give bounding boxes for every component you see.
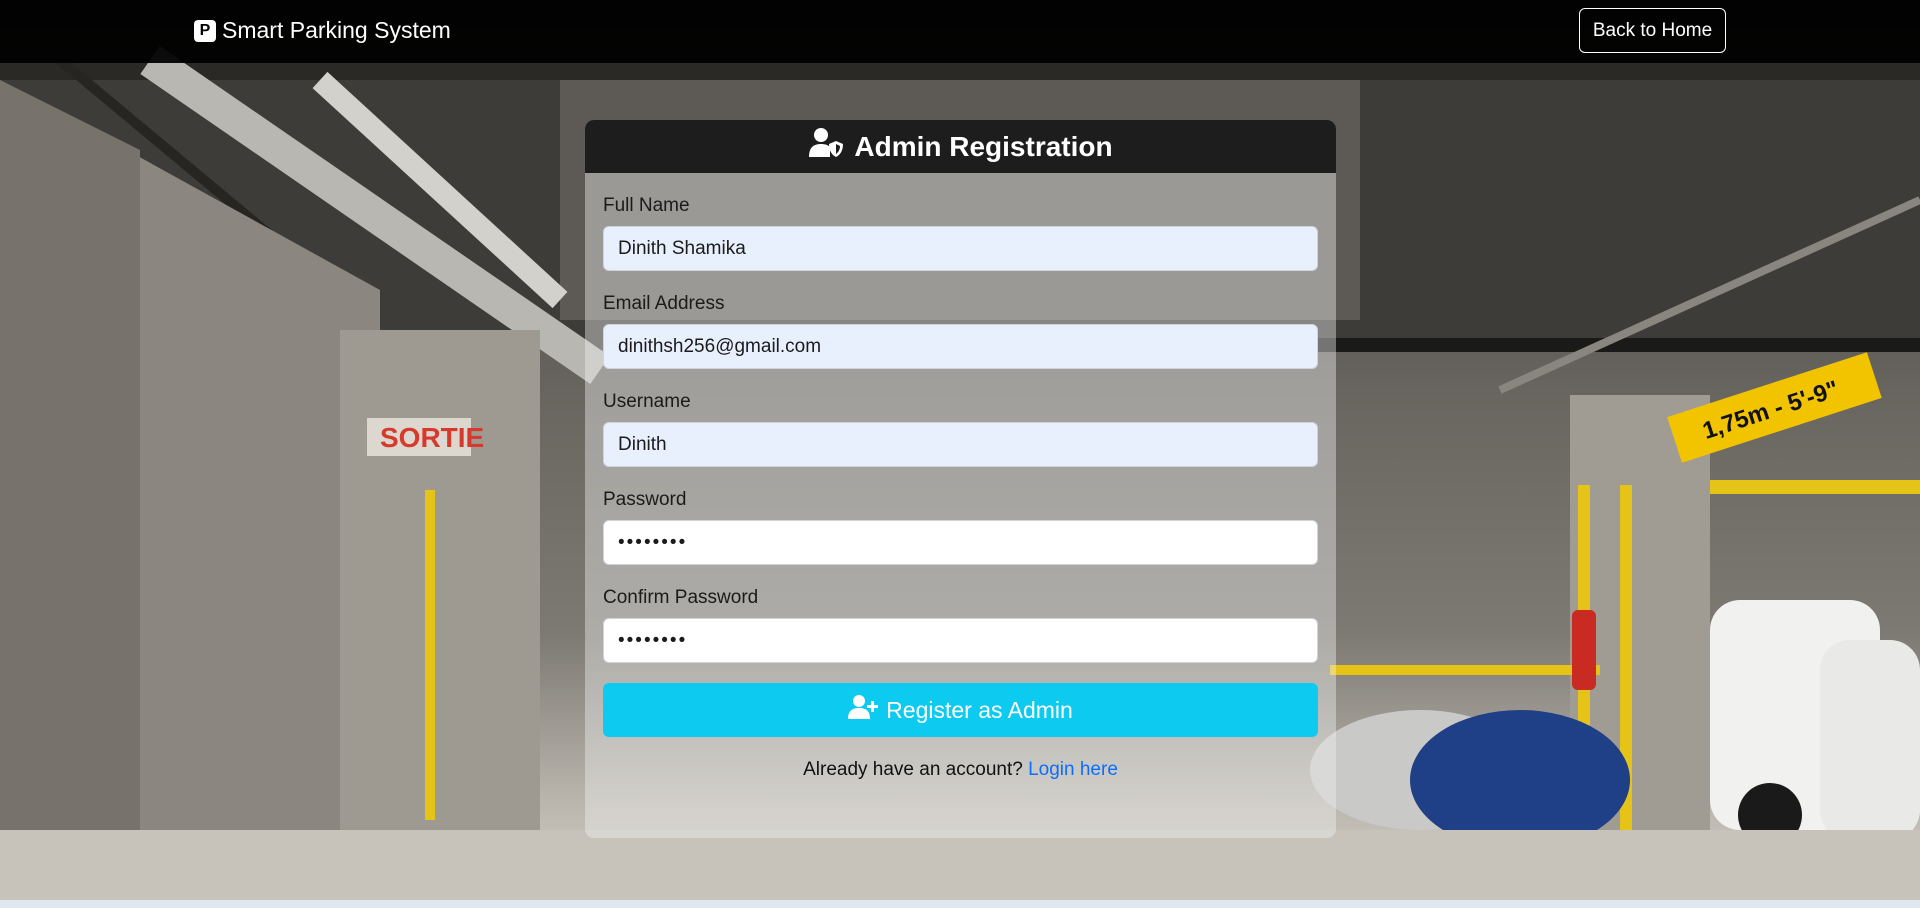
admin-registration-card: Admin Registration Full Name Email Addre… <box>585 120 1336 838</box>
page-title: Admin Registration <box>854 130 1113 162</box>
registration-form: Full Name Email Address Username Passwor… <box>585 195 1336 781</box>
username-input[interactable] <box>603 422 1318 467</box>
password-label: Password <box>603 489 687 510</box>
register-button-label: Register as Admin <box>886 696 1073 723</box>
password-input[interactable] <box>603 520 1318 565</box>
top-navbar: P Smart Parking System Back to Home <box>0 0 1920 63</box>
login-prompt-row: Already have an account? Login here <box>603 759 1318 781</box>
email-input[interactable] <box>603 324 1318 369</box>
brand-label: Smart Parking System <box>222 17 451 43</box>
full-name-label: Full Name <box>603 195 690 216</box>
brand-link[interactable]: P Smart Parking System <box>194 17 451 44</box>
user-shield-icon <box>808 127 844 166</box>
svg-text:SORTIE: SORTIE <box>380 422 484 453</box>
confirm-password-label: Confirm Password <box>603 587 759 608</box>
login-prompt-text: Already have an account? <box>803 759 1023 780</box>
email-label: Email Address <box>603 293 725 314</box>
back-to-home-button[interactable]: Back to Home <box>1579 8 1726 53</box>
user-plus-icon <box>848 694 879 726</box>
register-as-admin-button[interactable]: Register as Admin <box>603 683 1318 737</box>
confirm-password-input[interactable] <box>603 618 1318 663</box>
username-label: Username <box>603 391 691 412</box>
full-name-input[interactable] <box>603 226 1318 271</box>
card-header: Admin Registration <box>585 120 1336 173</box>
parking-icon: P <box>194 19 216 42</box>
login-here-link[interactable]: Login here <box>1028 759 1118 780</box>
